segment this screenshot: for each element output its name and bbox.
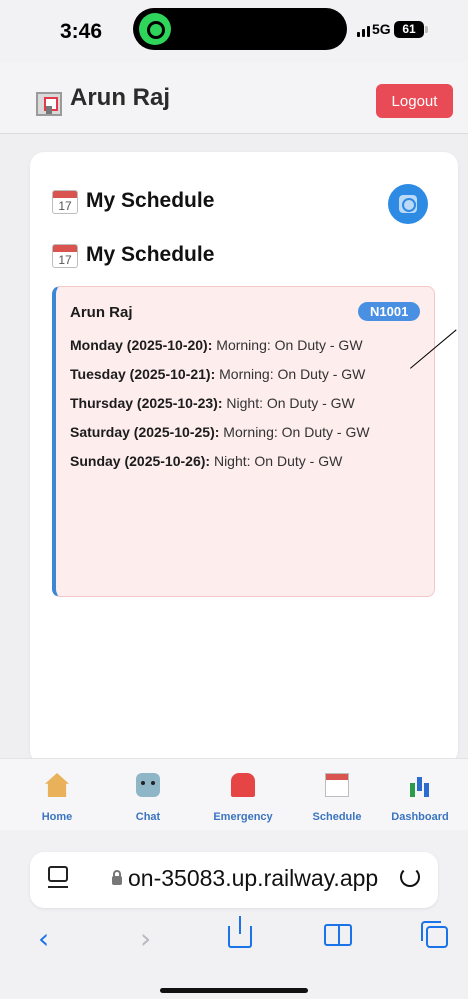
calendar-icon: 17 xyxy=(52,244,78,268)
lock-icon xyxy=(112,870,122,885)
tab-emergency[interactable]: Emergency xyxy=(198,759,288,831)
calendar-icon: 17 xyxy=(52,190,78,214)
address-bar[interactable]: on-35083.up.railway.app xyxy=(30,852,438,908)
bottom-tab-bar: Home Chat Emergency Schedule Dashboard xyxy=(0,758,468,830)
robot-icon xyxy=(136,773,160,797)
shift-day: Monday (2025-10-20): xyxy=(70,337,213,353)
shift-day: Tuesday (2025-10-21): xyxy=(70,366,216,382)
share-icon[interactable] xyxy=(228,916,252,948)
schedule-card: 17 My Schedule 17 My Schedule Arun Raj N… xyxy=(30,152,458,764)
browser-chrome: on-35083.up.railway.app ‹ › xyxy=(0,830,468,999)
tab-overview-icon[interactable] xyxy=(48,866,68,888)
tabs-icon[interactable] xyxy=(421,921,448,948)
tab-chat[interactable]: Chat xyxy=(103,759,193,831)
status-bar: 3:46 5G 61 xyxy=(0,0,468,62)
battery-icon: 61 xyxy=(394,21,428,38)
employee-name: Arun Raj xyxy=(70,304,133,321)
siren-icon xyxy=(231,773,255,797)
logout-button[interactable]: Logout xyxy=(376,84,453,118)
house-icon xyxy=(45,773,69,797)
bookmarks-icon[interactable] xyxy=(324,924,352,946)
shift-row: Monday (2025-10-20): Morning: On Duty - … xyxy=(70,335,425,356)
tab-label: Schedule xyxy=(312,811,362,823)
shift-row: Saturday (2025-10-25): Morning: On Duty … xyxy=(70,422,425,443)
back-icon[interactable]: ‹ xyxy=(38,922,49,955)
url-text[interactable]: on-35083.up.railway.app xyxy=(128,865,378,892)
reload-icon[interactable] xyxy=(400,867,420,887)
employee-id-badge: N1001 xyxy=(358,302,421,321)
user-name-title: Arun Raj xyxy=(70,84,171,111)
shift-detail: Morning: On Duty - GW xyxy=(212,337,363,353)
shift-row: Sunday (2025-10-26): Night: On Duty - GW xyxy=(70,451,425,472)
shift-list: Monday (2025-10-20): Morning: On Duty - … xyxy=(70,335,425,480)
schedule-card-title: My Schedule xyxy=(86,189,215,212)
hospital-icon xyxy=(36,92,62,116)
refresh-button[interactable] xyxy=(388,184,428,224)
bar-chart-icon xyxy=(408,773,432,797)
shift-detail: Morning: On Duty - GW xyxy=(219,424,370,440)
tab-label: Dashboard xyxy=(391,811,449,823)
app-activity-icon xyxy=(139,13,171,45)
tab-home[interactable]: Home xyxy=(12,759,102,831)
calendar-icon xyxy=(325,773,349,797)
main-content: 17 My Schedule 17 My Schedule Arun Raj N… xyxy=(0,134,468,764)
dynamic-island xyxy=(133,8,347,50)
schedule-heading: My Schedule xyxy=(86,243,215,266)
tab-label: Chat xyxy=(135,811,161,823)
shift-day: Thursday (2025-10-23): xyxy=(70,395,223,411)
forward-icon[interactable]: › xyxy=(140,922,151,955)
tab-label: Home xyxy=(41,811,73,823)
status-time: 3:46 xyxy=(60,20,103,43)
shift-day: Sunday (2025-10-26): xyxy=(70,453,211,469)
network-type: 5G xyxy=(372,21,391,37)
tab-schedule[interactable]: Schedule xyxy=(292,759,382,831)
home-indicator xyxy=(160,988,308,993)
shift-detail: Night: On Duty - GW xyxy=(222,395,355,411)
tab-label: Emergency xyxy=(213,811,273,823)
shift-row: Thursday (2025-10-23): Night: On Duty - … xyxy=(70,393,425,414)
browser-toolbar: ‹ › xyxy=(0,912,468,962)
shift-detail: Night: On Duty - GW xyxy=(210,453,343,469)
shift-detail: Morning: On Duty - GW xyxy=(215,366,366,382)
schedule-entry-card: Arun Raj N1001 Monday (2025-10-20): Morn… xyxy=(52,286,435,597)
tab-dashboard[interactable]: Dashboard xyxy=(375,759,465,831)
shift-day: Saturday (2025-10-25): xyxy=(70,424,220,440)
signal-icon xyxy=(357,23,370,37)
shift-row: Tuesday (2025-10-21): Morning: On Duty -… xyxy=(70,364,425,385)
app-header: Arun Raj Logout xyxy=(0,62,468,134)
